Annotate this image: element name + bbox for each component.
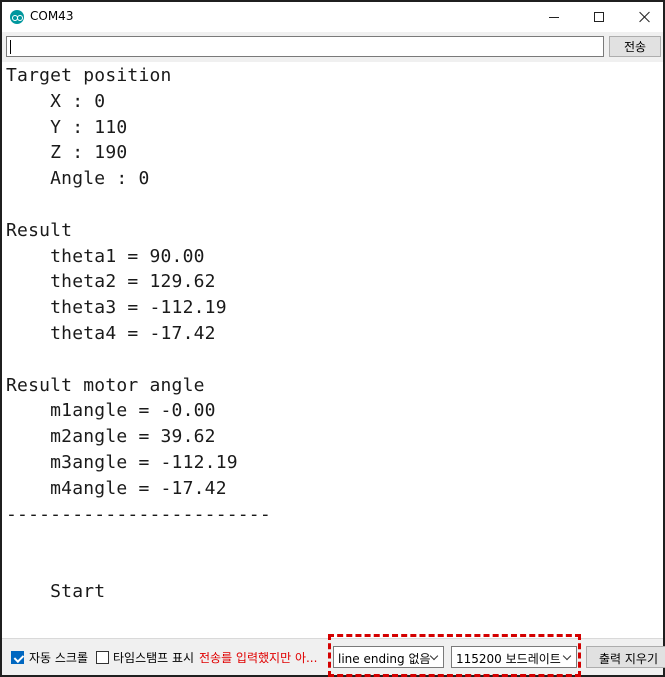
warning-text: 전송를 입력했지만 아... [199, 651, 318, 665]
output-line: Result motor angle [6, 374, 205, 396]
baud-rate-value: 115200 보드레이트 [456, 652, 561, 666]
timestamp-label: 타임스탬프 표시 [113, 651, 195, 665]
chevron-down-icon [429, 651, 439, 661]
window-title: COM43 [30, 9, 74, 23]
output-line: theta2 = 129.62 [6, 271, 216, 293]
bottom-bar: 자동 스크롤 타임스탬프 표시 전송를 입력했지만 아... line endi… [2, 638, 665, 675]
output-line: Angle : 0 [6, 168, 150, 190]
maximize-button[interactable] [577, 2, 621, 32]
timestamp-checkbox[interactable] [96, 651, 109, 664]
line-ending-value: line ending 없음 [338, 652, 431, 666]
send-button[interactable]: 전송 [609, 36, 661, 57]
minimize-button[interactable] [532, 2, 576, 32]
baud-rate-select[interactable]: 115200 보드레이트 [451, 646, 577, 668]
close-button[interactable] [622, 2, 665, 32]
output-line: X : 0 [6, 90, 106, 112]
chevron-down-icon [562, 651, 572, 661]
output-line: Z : 190 [6, 142, 128, 164]
output-line: m1angle = -0.00 [6, 400, 216, 422]
output-line: m2angle = 39.62 [6, 426, 216, 448]
output-line: Y : 110 [6, 116, 128, 138]
text-caret [10, 40, 11, 54]
output-line: ------------------------ [6, 503, 271, 525]
output-line: theta4 = -17.42 [6, 323, 216, 344]
send-row: 전송 [2, 32, 663, 62]
serial-monitor-window: COM43 전송 Target position X : 0 Y : 110 Z… [0, 0, 665, 677]
output-line: Target position [6, 65, 172, 86]
output-line: Result [6, 219, 73, 241]
title-bar[interactable]: COM43 [2, 2, 663, 32]
output-line: theta3 = -112.19 [6, 297, 227, 319]
send-input[interactable] [6, 36, 604, 57]
autoscroll-label: 자동 스크롤 [29, 651, 89, 665]
serial-output[interactable]: Target position X : 0 Y : 110 Z : 190 An… [2, 62, 663, 638]
output-line: m3angle = -112.19 [6, 452, 238, 473]
close-icon [638, 11, 650, 23]
autoscroll-checkbox[interactable] [11, 651, 24, 664]
maximize-icon [594, 12, 604, 22]
output-line: m4angle = -17.42 [6, 477, 227, 499]
line-ending-select[interactable]: line ending 없음 [333, 646, 444, 668]
output-line: Start [6, 581, 106, 602]
minimize-icon [549, 16, 559, 18]
output-line: theta1 = 90.00 [6, 245, 205, 267]
arduino-icon [10, 10, 24, 24]
clear-output-button[interactable]: 출력 지우기 [586, 646, 665, 668]
